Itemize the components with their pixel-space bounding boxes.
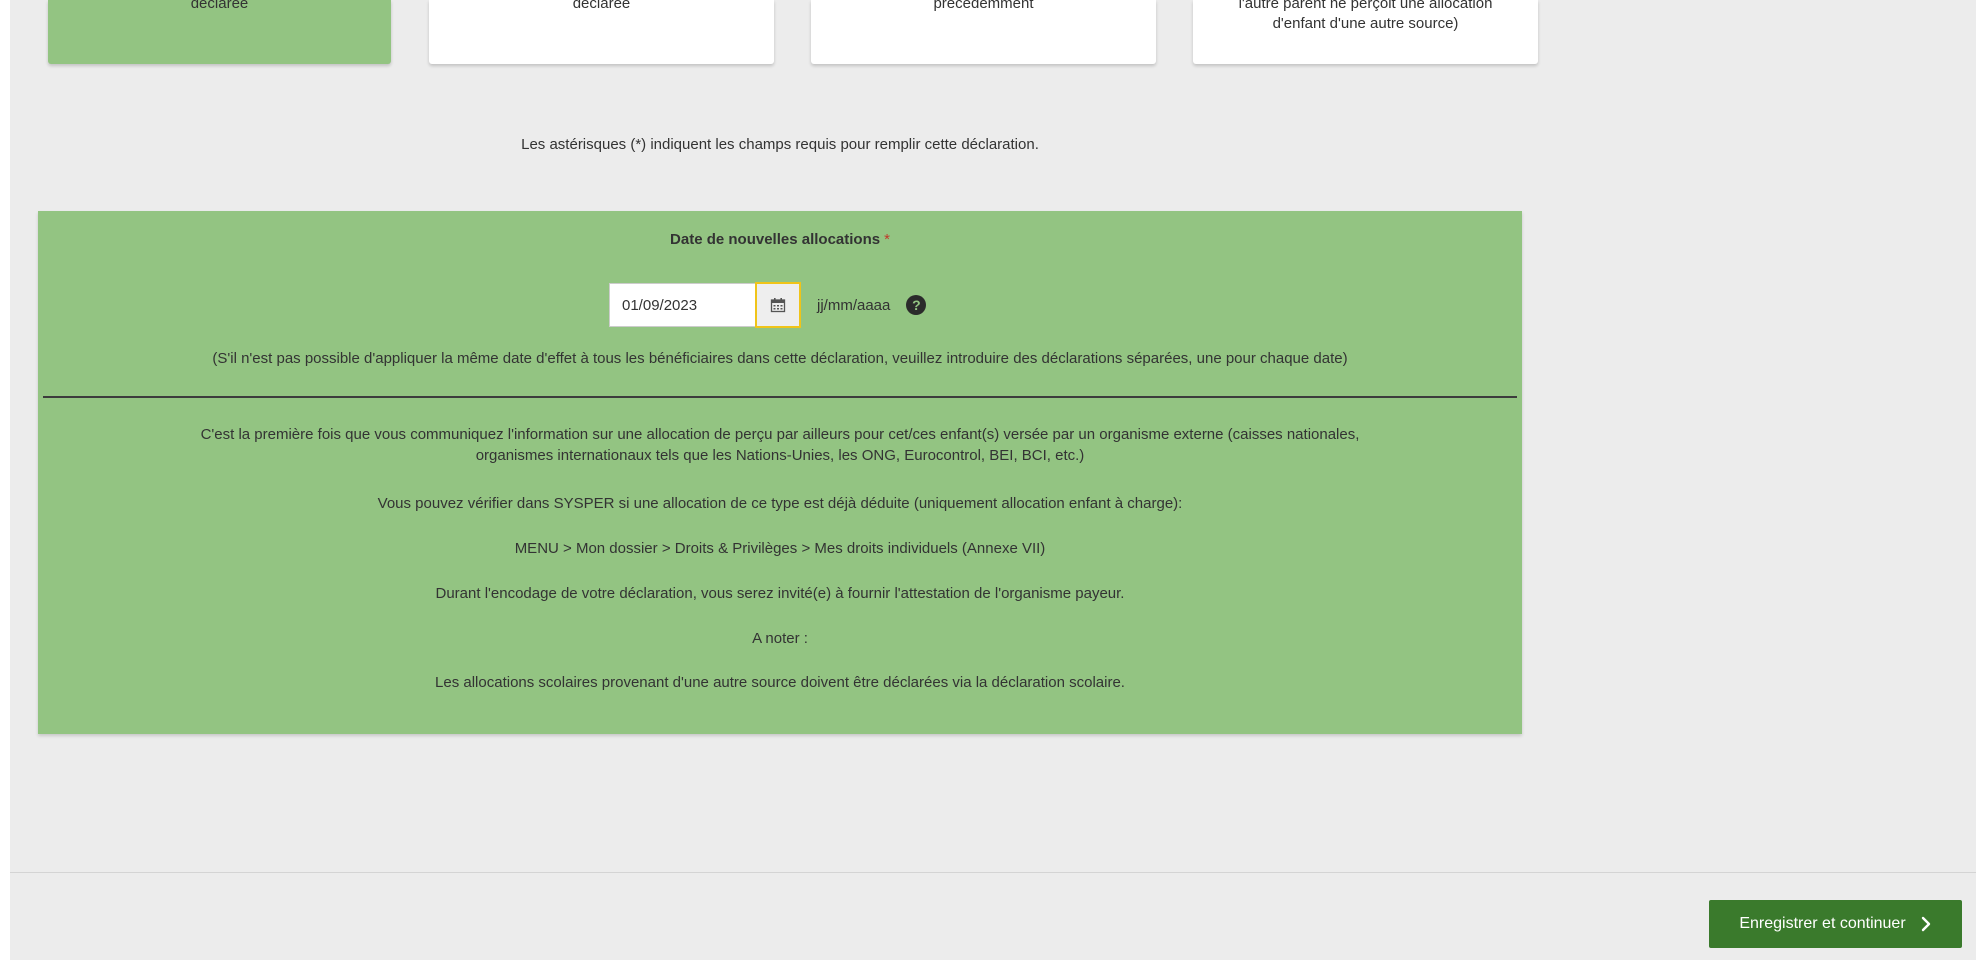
date-field-label: Date de nouvelles allocations *	[38, 231, 1522, 248]
save-and-continue-label: Enregistrer et continuer	[1739, 915, 1906, 932]
info-first-time-line-1: C'est la première fois que vous communiq…	[200, 426, 1360, 443]
required-asterisk: *	[884, 231, 890, 248]
calendar-icon	[770, 298, 786, 313]
section-divider	[43, 396, 1517, 398]
option-card-2[interactable]: déclarée	[429, 0, 774, 64]
help-icon[interactable]: ?	[906, 295, 927, 315]
declaration-panel: Date de nouvelles allocations* jj/mm/aaa…	[38, 211, 1522, 734]
info-first-time-line-2: organismes internationaux tels que les N…	[475, 447, 1085, 464]
date-field-label-text: Date de nouvelles allocations	[670, 231, 881, 248]
info-school-note: Les allocations scolaires provenant d'un…	[435, 674, 1125, 691]
calendar-button[interactable]	[755, 282, 801, 328]
info-attestation: Durant l'encodage de votre déclaration, …	[435, 585, 1125, 602]
option-card-4[interactable]: l'autre parent ne perçoit une allocation…	[1193, 0, 1538, 64]
info-note-label: A noter :	[752, 630, 808, 647]
info-sysper-check: Vous pouvez vérifier dans SYSPER si une …	[377, 495, 1183, 512]
save-and-continue-button[interactable]: Enregistrer et continuer	[1709, 900, 1962, 948]
option-card-1[interactable]: déclarée	[48, 0, 391, 64]
option-card-4-label-line-1: l'autre parent ne perçoit une allocation	[1238, 0, 1493, 12]
option-card-4-label-line-2: d'enfant d'une autre source)	[1272, 15, 1459, 32]
footer-divider	[10, 872, 1976, 873]
info-menu-path: MENU > Mon dossier > Droits & Privilèges…	[514, 540, 1046, 557]
date-input-row: jj/mm/aaaa ?	[609, 282, 927, 328]
chevron-right-icon	[1921, 916, 1930, 932]
option-card-3-label: précédemment	[933, 0, 1034, 12]
option-card-1-label: déclarée	[190, 0, 249, 12]
date-input[interactable]	[609, 283, 755, 327]
option-card-2-label: déclarée	[572, 0, 631, 12]
option-card-3[interactable]: précédemment	[811, 0, 1156, 64]
required-fields-note: Les astérisques (*) indiquent les champs…	[521, 136, 1039, 153]
date-effect-hint: (S'il n'est pas possible d'appliquer la …	[212, 350, 1348, 367]
info-first-time: C'est la première fois que vous communiq…	[38, 424, 1522, 466]
date-format-hint: jj/mm/aaaa	[817, 296, 891, 314]
